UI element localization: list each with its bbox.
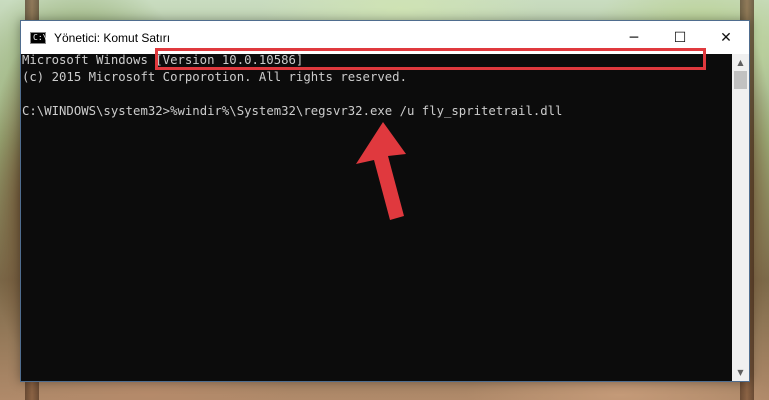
command-line: C:\WINDOWS\system32>%windir%\System32\re… <box>22 103 562 120</box>
prompt-text: C:\WINDOWS\system32> <box>22 104 171 118</box>
window-title: Yönetici: Komut Satırı <box>54 30 171 45</box>
scrollbar-thumb[interactable] <box>734 71 747 89</box>
cmd-icon-text: C:\ <box>33 32 48 42</box>
red-arrow-icon <box>356 122 406 220</box>
cmd-icon: C:\ <box>30 31 48 44</box>
vertical-scrollbar[interactable]: ▲ ▼ <box>732 54 749 381</box>
close-button[interactable]: ✕ <box>703 21 749 54</box>
copyright-line: (c) 2015 Microsoft Corporotion. All righ… <box>22 70 407 84</box>
command-highlight-box <box>155 48 706 70</box>
scroll-down-arrow-icon[interactable]: ▼ <box>732 364 749 381</box>
scroll-up-arrow-icon[interactable]: ▲ <box>732 54 749 71</box>
